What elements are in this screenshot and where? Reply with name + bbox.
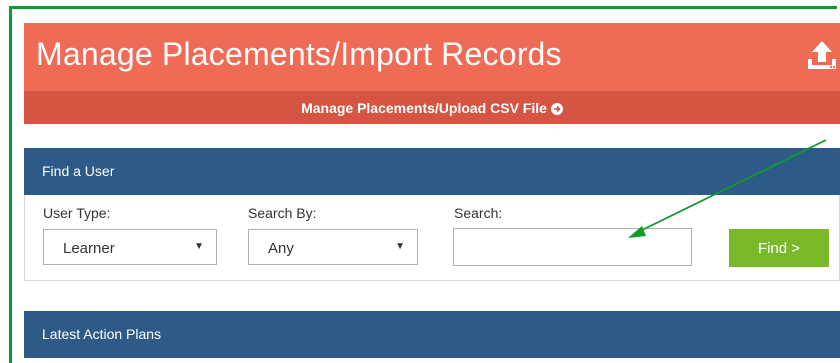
search-input[interactable] [453, 228, 692, 266]
find-user-panel-heading: Find a User [24, 148, 840, 195]
upload-csv-link[interactable]: Manage Placements/Upload CSV File [24, 91, 840, 124]
user-type-value: Learner [63, 240, 115, 257]
page-header: Manage Placements/Import Records [24, 23, 840, 91]
caret-down-icon: ▼ [194, 241, 204, 252]
page-title: Manage Placements/Import Records [36, 36, 562, 72]
user-type-label: User Type: [43, 205, 111, 221]
search-label: Search: [454, 205, 503, 221]
find-button[interactable]: Find > [729, 229, 829, 267]
search-by-select[interactable]: Any ▼ [248, 229, 418, 265]
search-by-value: Any [268, 240, 294, 257]
arrow-circle-right-icon [550, 102, 563, 115]
caret-down-icon: ▼ [395, 241, 405, 252]
latest-action-plans-heading: Latest Action Plans [24, 311, 840, 358]
search-by-label: Search By: [248, 205, 317, 221]
user-type-select[interactable]: Learner ▼ [43, 229, 217, 265]
upload-icon[interactable] [804, 37, 840, 77]
upload-csv-link-label: Manage Placements/Upload CSV File [301, 99, 547, 116]
